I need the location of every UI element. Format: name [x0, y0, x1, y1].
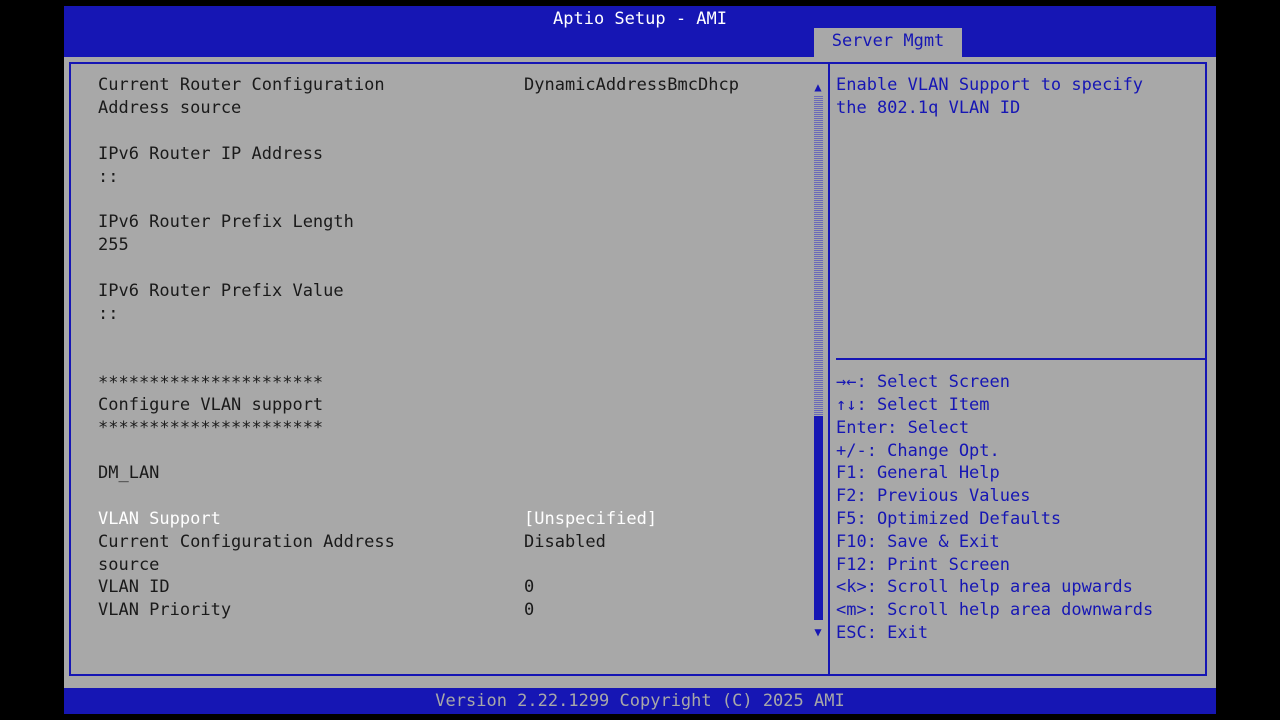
key-help-f10: F10: Save & Exit — [836, 532, 1000, 552]
current-config-address-label-2: source — [98, 555, 160, 575]
router-config-label-2: Address source — [98, 98, 242, 118]
ipv6-router-ip-label: IPv6 Router IP Address — [98, 144, 324, 164]
ipv6-prefix-value-label: IPv6 Router Prefix Value — [98, 281, 344, 301]
key-help-scroll-up: <k>: Scroll help area upwards — [836, 577, 1133, 597]
key-help-f12: F12: Print Screen — [836, 555, 1010, 575]
vlan-support-label[interactable]: VLAN Support — [98, 508, 221, 531]
current-config-address-label: Current Configuration Address — [98, 532, 395, 552]
key-help-enter: Enter: Select — [836, 418, 970, 438]
panel-divider — [828, 62, 830, 676]
key-help-f2: F2: Previous Values — [836, 486, 1031, 506]
vlan-priority-value: 0 — [524, 600, 535, 620]
help-description-line-1: Enable VLAN Support to specify — [836, 75, 1144, 95]
ipv6-prefix-value-value: :: — [98, 304, 119, 324]
key-help-f1: F1: General Help — [836, 463, 1000, 483]
version-text: Version 2.22.1299 Copyright (C) 2025 AMI — [435, 691, 845, 711]
vlan-id-value: 0 — [524, 577, 535, 597]
footer-bar: Version 2.22.1299 Copyright (C) 2025 AMI — [64, 688, 1216, 714]
key-help-f5: F5: Optimized Defaults — [836, 509, 1062, 529]
key-help-esc: ESC: Exit — [836, 623, 929, 643]
key-help-scroll-down: <m>: Scroll help area downwards — [836, 600, 1154, 620]
title-bar: Aptio Setup - AMI Server Mgmt — [64, 6, 1216, 57]
key-help-change-opt: +/-: Change Opt. — [836, 441, 1000, 461]
vlan-support-dropdown[interactable]: [Unspecified] — [524, 508, 657, 531]
scroll-down-arrow-icon[interactable]: ▼ — [812, 625, 824, 639]
vlan-id-label: VLAN ID — [98, 577, 170, 597]
bios-screen: Aptio Setup - AMI Server Mgmt Current Ro… — [64, 6, 1216, 714]
scroll-up-arrow-icon[interactable]: ▲ — [812, 80, 824, 94]
router-config-value: DynamicAddressBmcDhcp — [524, 75, 739, 95]
ipv6-prefix-length-label: IPv6 Router Prefix Length — [98, 212, 354, 232]
ipv6-prefix-length-value: 255 — [98, 235, 129, 255]
vlan-section-heading: Configure VLAN support — [98, 395, 324, 415]
current-config-address-value: Disabled — [524, 532, 606, 552]
router-config-label: Current Router Configuration — [98, 75, 385, 95]
key-help-select-screen: →←: Select Screen — [836, 372, 1010, 392]
stars-divider-top: ********************** — [98, 373, 324, 393]
dm-lan-label: DM_LAN — [98, 463, 160, 483]
tab-server-mgmt[interactable]: Server Mgmt — [814, 28, 962, 57]
help-description-line-2: the 802.1q VLAN ID — [836, 98, 1021, 118]
scrollbar-thumb[interactable] — [814, 416, 823, 620]
ipv6-router-ip-value: :: — [98, 167, 119, 187]
window-title: Aptio Setup - AMI — [553, 9, 727, 29]
stars-divider-bottom: ********************** — [98, 418, 324, 438]
help-divider — [836, 358, 1205, 360]
key-help-select-item: ↑↓: Select Item — [836, 395, 990, 415]
vlan-priority-label: VLAN Priority — [98, 600, 232, 620]
